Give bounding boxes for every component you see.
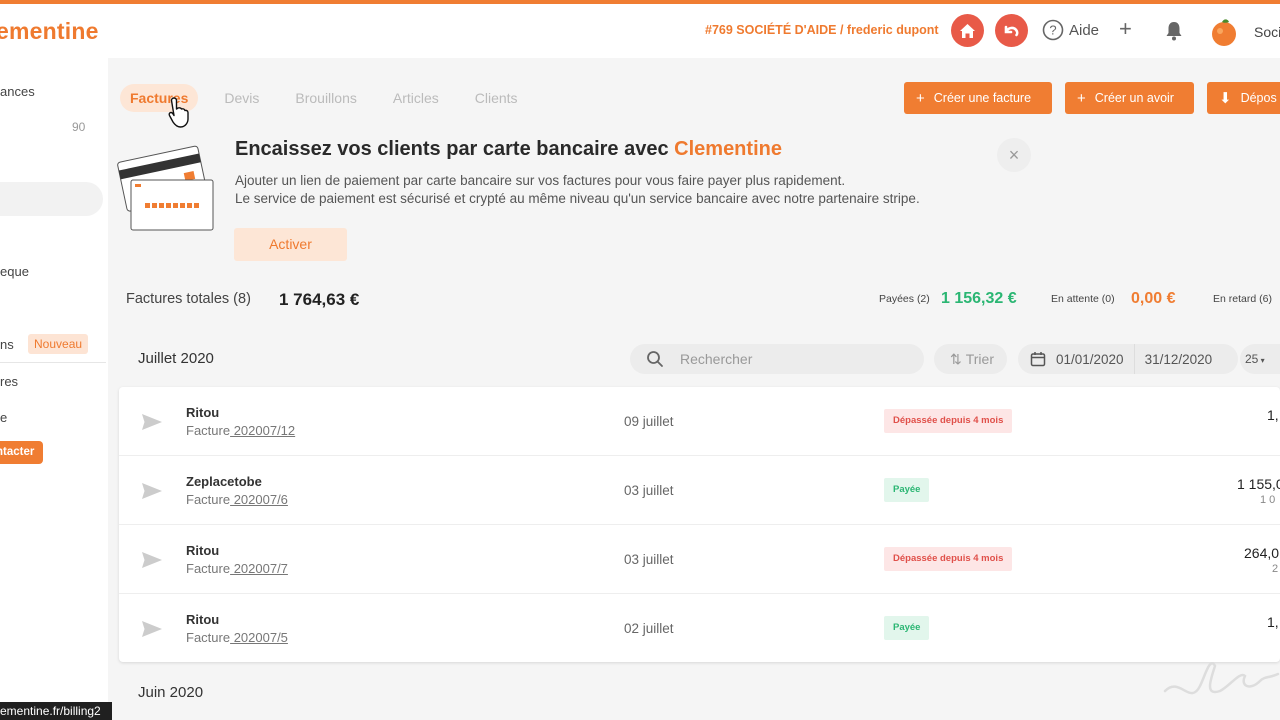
invoice-amount-excl: 2 xyxy=(1272,563,1279,575)
table-row[interactable]: Zeplacetobe Facture 202007/6 03 juillet … xyxy=(119,456,1280,525)
invoice-amount: 1 155,0 xyxy=(1237,476,1280,492)
client-name: Ritou xyxy=(186,543,220,558)
sidebar-item-active[interactable] xyxy=(0,182,103,216)
date-from[interactable]: 01/01/2020 xyxy=(1056,352,1124,367)
table-row[interactable]: Ritou Facture 202007/5 02 juillet Payée … xyxy=(119,594,1280,662)
tab-devis[interactable]: Devis xyxy=(214,84,269,112)
totals-label: Factures totales (8) xyxy=(126,291,251,307)
help-icon: ? xyxy=(1042,19,1064,41)
sidebar-item-finances[interactable]: ances xyxy=(0,84,35,99)
home-button[interactable] xyxy=(951,14,984,47)
month-heading: Juin 2020 xyxy=(138,684,204,701)
create-invoice-button[interactable]: + Créer une facture xyxy=(904,82,1052,114)
company-selector[interactable]: #769 SOCIÉTÉ D'AIDE / frederic dupont xyxy=(705,23,939,37)
pending-label[interactable]: En attente (0) xyxy=(1051,293,1115,305)
invoice-date: 09 juillet xyxy=(624,414,674,429)
table-row[interactable]: Ritou Facture 202007/7 03 juillet Dépass… xyxy=(119,525,1280,594)
watermark-signature xyxy=(1160,636,1280,720)
sort-icon: ⇅ xyxy=(950,350,962,367)
invoice-number[interactable]: Facture 202007/6 xyxy=(186,492,288,507)
plus-icon[interactable]: + xyxy=(1119,16,1132,42)
date-separator xyxy=(1133,344,1135,374)
sidebar-divider xyxy=(0,362,106,363)
avatar[interactable] xyxy=(1208,16,1240,48)
undo-button[interactable] xyxy=(995,14,1028,47)
month-heading: Juillet 2020 xyxy=(138,350,214,367)
user-name[interactable]: Soci xyxy=(1254,24,1280,40)
tab-articles[interactable]: Articles xyxy=(383,84,449,112)
link-url-tooltip: ementine.fr/billing2 xyxy=(0,702,112,720)
new-badge: Nouveau xyxy=(28,334,89,354)
client-name: Ritou xyxy=(186,612,220,627)
totals-amount: 1 764,63 € xyxy=(279,290,360,309)
paid-label[interactable]: Payées (2) xyxy=(879,293,930,305)
late-label[interactable]: En retard (6) xyxy=(1213,293,1272,305)
status-badge: Payée xyxy=(884,478,930,502)
promo-title: Encaissez vos clients par carte bancaire… xyxy=(235,138,782,160)
sort-button[interactable]: ⇅ Trier xyxy=(934,344,1007,374)
invoice-date: 02 juillet xyxy=(624,621,674,636)
promo-line-1: Ajouter un lien de paiement par carte ba… xyxy=(235,173,846,188)
status-badge: Dépassée depuis 4 mois xyxy=(884,409,1013,433)
close-icon[interactable]: × xyxy=(997,138,1031,172)
send-icon[interactable] xyxy=(141,482,163,500)
table-row[interactable]: Ritou Facture 202007/12 09 juillet Dépas… xyxy=(119,387,1280,456)
sidebar-item-new-feature[interactable]: ns xyxy=(0,337,14,352)
sidebar-item-e[interactable]: e xyxy=(0,410,7,425)
activate-button[interactable]: Activer xyxy=(234,228,347,261)
top-bar: ementine #769 SOCIÉTÉ D'AIDE / frederic … xyxy=(0,4,1280,58)
tab-brouillons[interactable]: Brouillons xyxy=(285,84,366,112)
help-label: Aide xyxy=(1069,21,1100,39)
status-badge: Dépassée depuis 4 mois xyxy=(884,547,1013,571)
date-range-picker[interactable]: 01/01/2020 31/12/2020 xyxy=(1018,344,1238,374)
sidebar-item-bank[interactable]: eque xyxy=(0,264,29,279)
bell-icon[interactable] xyxy=(1164,20,1184,47)
search-placeholder: Rechercher xyxy=(680,351,753,367)
download-icon: ⬇ xyxy=(1219,90,1232,107)
invoice-number[interactable]: Facture 202007/7 xyxy=(186,561,288,576)
search-icon xyxy=(647,351,663,367)
status-badge: Payée xyxy=(884,616,930,640)
app-logo[interactable]: ementine xyxy=(0,18,99,45)
invoice-table: Ritou Facture 202007/12 09 juillet Dépas… xyxy=(119,387,1280,662)
sidebar: ances 90 eque ns Nouveau res e ntacter xyxy=(0,58,108,720)
plus-icon: + xyxy=(1077,89,1086,107)
invoice-date: 03 juillet xyxy=(624,483,674,498)
help-button[interactable]: ? Aide xyxy=(1042,19,1099,41)
send-icon[interactable] xyxy=(141,620,163,638)
credit-cards-illustration xyxy=(115,142,215,239)
sidebar-item-res[interactable]: res xyxy=(0,374,18,389)
invoice-number[interactable]: Facture 202007/5 xyxy=(186,630,288,645)
invoice-number[interactable]: Facture 202007/12 xyxy=(186,423,295,438)
send-icon[interactable] xyxy=(141,551,163,569)
svg-text:?: ? xyxy=(1049,23,1056,38)
promo-brand: Clementine xyxy=(674,138,782,160)
invoice-date: 03 juillet xyxy=(624,552,674,567)
create-credit-button[interactable]: + Créer un avoir xyxy=(1065,82,1194,114)
invoice-amount-excl: 1 0 xyxy=(1260,494,1276,506)
home-icon xyxy=(960,24,975,38)
plus-icon: + xyxy=(916,89,925,107)
contact-button[interactable]: ntacter xyxy=(0,441,43,464)
undo-icon xyxy=(1004,25,1019,37)
client-name: Zeplacetobe xyxy=(186,474,262,489)
send-icon[interactable] xyxy=(141,413,163,431)
search-input[interactable]: Rechercher xyxy=(630,344,924,374)
date-to[interactable]: 31/12/2020 xyxy=(1145,352,1213,367)
client-name: Ritou xyxy=(186,405,220,420)
pending-amount: 0,00 € xyxy=(1131,290,1176,307)
deposit-button[interactable]: ⬇ Dépos xyxy=(1207,82,1280,114)
tab-clients[interactable]: Clients xyxy=(465,84,528,112)
per-page-select[interactable]: 25 ▾ xyxy=(1240,344,1280,374)
paid-amount: 1 156,32 € xyxy=(941,290,1017,307)
invoice-amount: 1, xyxy=(1267,407,1279,423)
invoice-amount: 1, xyxy=(1267,614,1279,630)
invoice-amount: 264,0 xyxy=(1244,545,1280,561)
chevron-down-icon: ▾ xyxy=(1258,356,1265,365)
calendar-icon xyxy=(1030,352,1046,367)
sidebar-count: 90 xyxy=(72,120,86,134)
promo-line-2: Le service de paiement est sécurisé et c… xyxy=(235,191,920,206)
hand-cursor-icon xyxy=(167,96,193,135)
